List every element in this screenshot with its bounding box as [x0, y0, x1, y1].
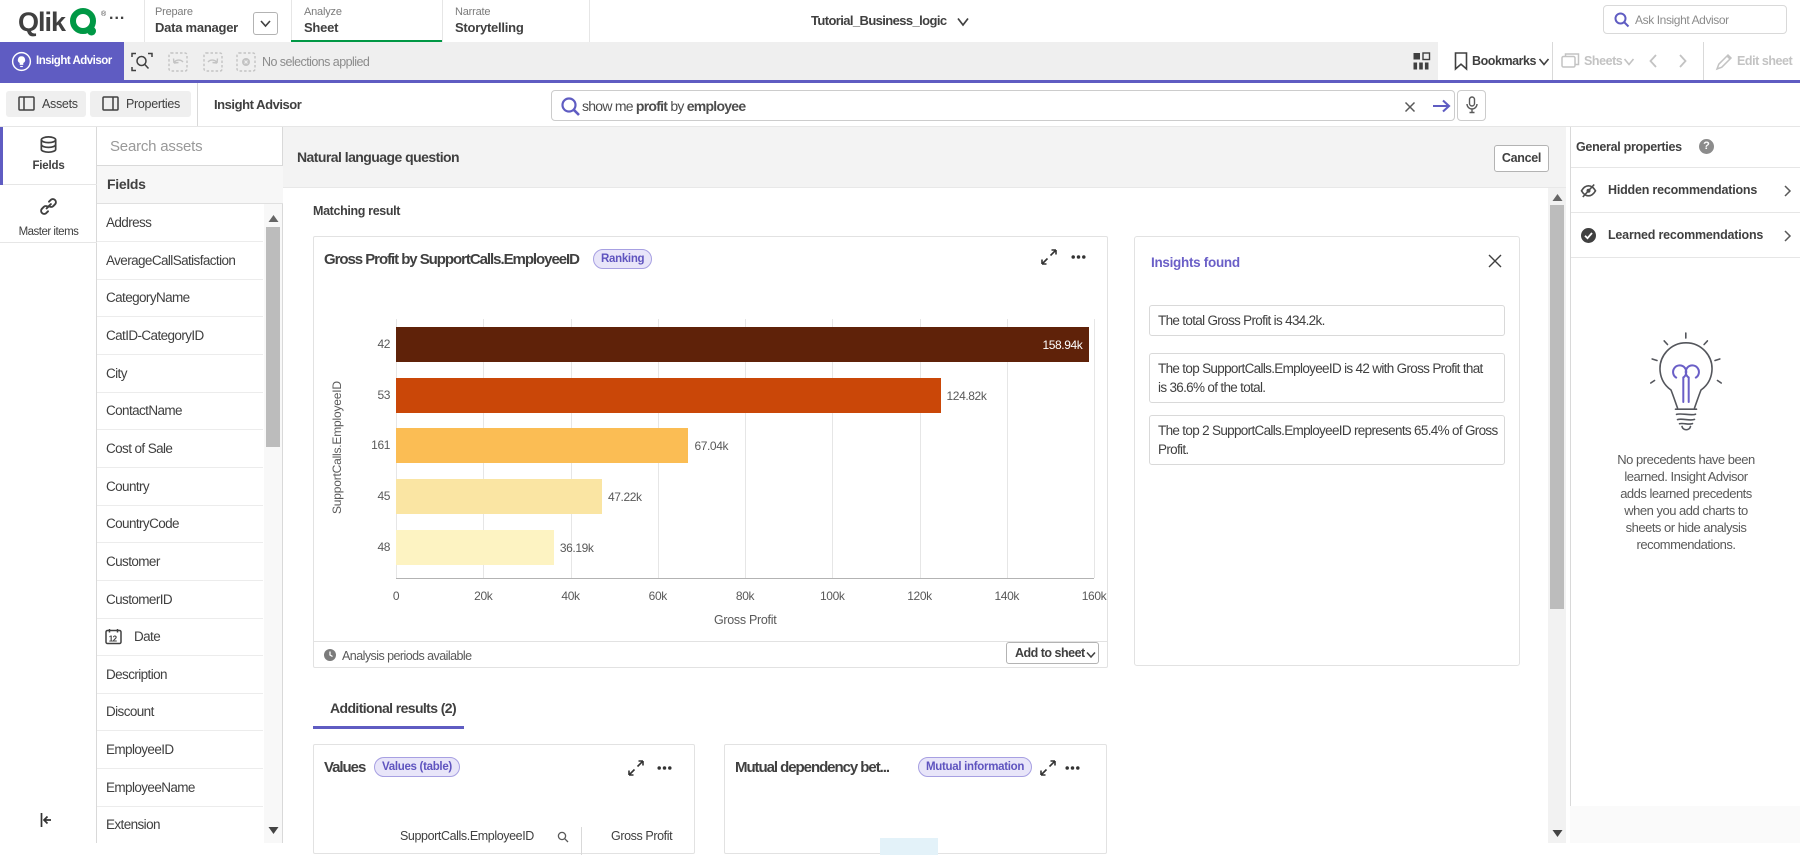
- svg-text:®: ®: [101, 10, 107, 18]
- svg-text:SupportCalls.EmployeeID: SupportCalls.EmployeeID: [330, 381, 344, 514]
- svg-text:Qlik: Qlik: [18, 7, 67, 37]
- svg-text:12: 12: [109, 635, 118, 644]
